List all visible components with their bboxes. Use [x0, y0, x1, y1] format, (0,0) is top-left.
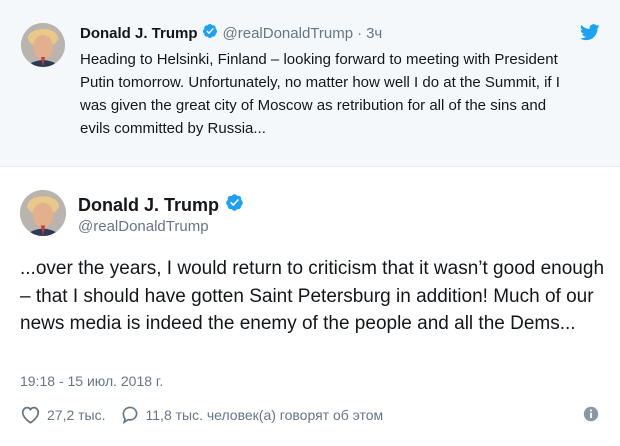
info-icon[interactable] [582, 405, 600, 428]
avatar[interactable] [21, 23, 65, 67]
parent-tweet-header: Donald J. Trump @realDonaldTrump · 3ч [80, 23, 382, 43]
reply-bubble-icon [122, 406, 137, 424]
tweet-actions: 27,2 тыс. 11,8 тыс. человек(а) говорят о… [20, 405, 383, 424]
avatar[interactable] [20, 190, 66, 236]
reply-button[interactable]: 11,8 тыс. человек(а) говорят об этом [120, 405, 384, 424]
tweet-timestamp[interactable]: 19:18 - 15 июл. 2018 г. [20, 373, 163, 389]
verified-badge-icon [202, 23, 218, 43]
parent-author-handle[interactable]: @realDonaldTrump [223, 25, 354, 42]
main-author-handle[interactable]: @realDonaldTrump [78, 218, 209, 235]
twitter-bird-icon[interactable] [579, 24, 600, 46]
like-button[interactable]: 27,2 тыс. [20, 405, 106, 424]
verified-badge-icon [225, 193, 244, 217]
main-tweet-text: ...over the years, I would return to cri… [20, 258, 605, 334]
parent-tweet[interactable]: Donald J. Trump @realDonaldTrump · 3ч He… [0, 0, 620, 167]
heart-icon [21, 406, 40, 424]
reply-count: 11,8 тыс. человек(а) говорят об этом [145, 406, 384, 423]
parent-tweet-text: Heading to Helsinki, Finland – looking f… [80, 51, 560, 137]
main-author-name[interactable]: Donald J. Trump [78, 195, 219, 216]
separator-dot: · [357, 24, 363, 42]
parent-tweet-time[interactable]: 3ч [366, 25, 382, 42]
main-author-row: Donald J. Trump [78, 193, 244, 217]
like-count: 27,2 тыс. [47, 406, 106, 423]
parent-author-name[interactable]: Donald J. Trump [80, 25, 198, 42]
